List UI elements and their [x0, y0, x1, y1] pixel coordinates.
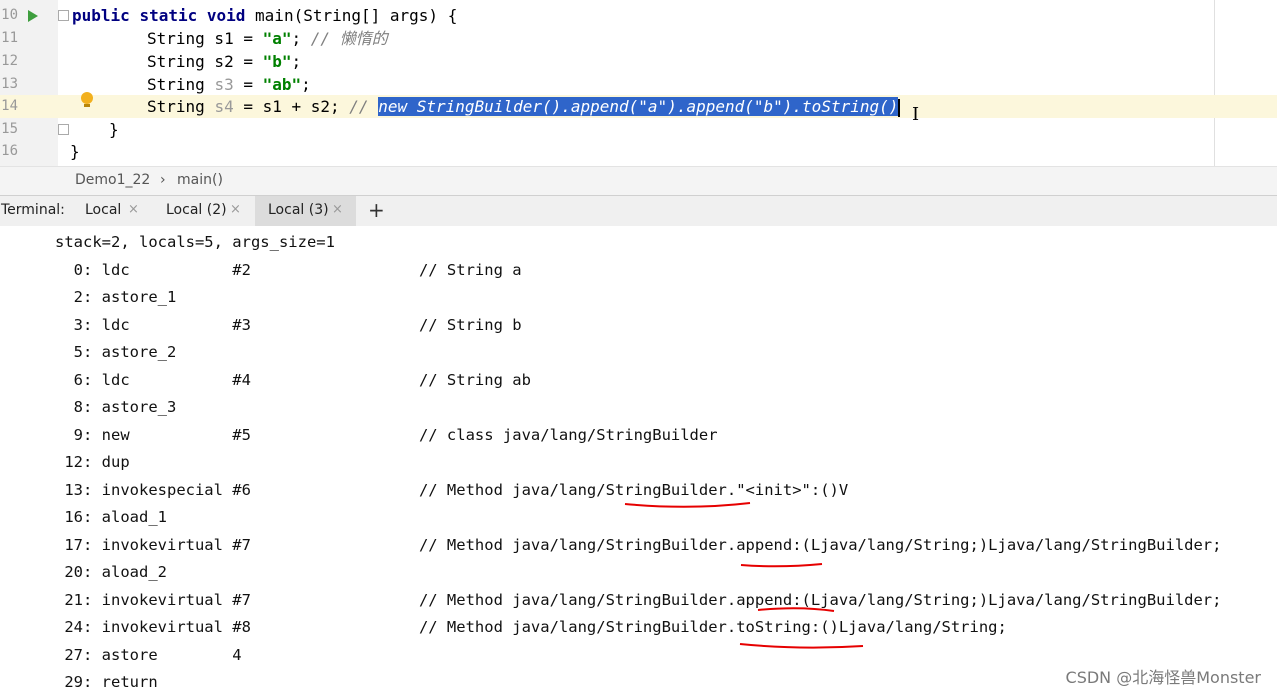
breadcrumb: Demo1_22 › main(): [0, 166, 1277, 195]
line-number: 14: [1, 98, 18, 114]
terminal-line: 20: aload_2: [55, 563, 167, 581]
breadcrumb-separator: ›: [160, 172, 166, 188]
line-number: 13: [1, 76, 18, 92]
code-text: }: [70, 142, 80, 161]
tab-local[interactable]: Local ×: [76, 196, 156, 226]
terminal-line: 24: invokevirtual #8 // Method java/lang…: [55, 618, 1007, 636]
code-text: String s1 = "a"; // 懒惰的: [147, 29, 388, 48]
code-text: public static void main(String[] args) {: [72, 6, 458, 25]
terminal-line: 27: astore 4: [55, 646, 242, 664]
tab-local-3[interactable]: Local (3) ×: [255, 196, 356, 226]
line-number: 10: [1, 7, 18, 23]
tab-local-2[interactable]: Local (2) ×: [157, 196, 253, 226]
terminal-line: 29: return: [55, 673, 158, 691]
code-editor[interactable]: 10 public static void main(String[] args…: [0, 0, 1277, 166]
underline-append-1: [740, 563, 823, 568]
terminal-line: 6: ldc #4 // String ab: [55, 371, 531, 389]
code-text: String s3 = "ab";: [147, 75, 311, 94]
add-icon[interactable]: +: [368, 198, 385, 222]
code-line-14[interactable]: 14 String s4 = s1 + s2; // new StringBui…: [0, 95, 1277, 118]
code-line-13[interactable]: 13 String s3 = "ab";: [0, 73, 1277, 96]
close-icon[interactable]: ×: [230, 202, 241, 217]
text-caret: [898, 98, 901, 117]
terminal-line: 9: new #5 // class java/lang/StringBuild…: [55, 426, 718, 444]
line-number: 16: [1, 143, 18, 159]
terminal-line: 0: ldc #2 // String a: [55, 261, 522, 279]
code-line-11[interactable]: 11 String s1 = "a"; // 懒惰的: [0, 27, 1277, 50]
code-line-10[interactable]: 10 public static void main(String[] args…: [0, 4, 1277, 27]
selected-text: new StringBuilder().append("a").append("…: [378, 97, 899, 116]
terminal-line: 5: astore_2: [55, 343, 177, 361]
close-icon[interactable]: ×: [332, 202, 343, 217]
lightbulb-icon[interactable]: [81, 92, 93, 107]
terminal-line: 13: invokespecial #6 // Method java/lang…: [55, 481, 849, 499]
underline-stringbuilder: [624, 502, 751, 508]
code-line-15[interactable]: 15 }: [0, 118, 1277, 141]
line-number: 15: [1, 121, 18, 137]
terminal-tab-bar: Terminal: Local × Local (2) × Local (3) …: [0, 195, 1277, 227]
terminal-line: 8: astore_3: [55, 398, 177, 416]
run-icon[interactable]: [28, 10, 38, 22]
code-text: }: [109, 120, 119, 139]
line-number: 11: [1, 30, 18, 46]
terminal-line: 17: invokevirtual #7 // Method java/lang…: [55, 536, 1222, 554]
code-line-16[interactable]: 16 }: [0, 140, 1277, 163]
terminal-label: Terminal:: [1, 202, 65, 218]
watermark: CSDN @北海怪兽Monster: [1065, 668, 1261, 687]
terminal-line: stack=2, locals=5, args_size=1: [55, 233, 335, 251]
breadcrumb-method[interactable]: main(): [177, 172, 223, 188]
code-text: String s2 = "b";: [147, 52, 302, 71]
terminal-line: 2: astore_1: [55, 288, 177, 306]
terminal-line: 16: aload_1: [55, 508, 167, 526]
breadcrumb-file[interactable]: Demo1_22: [75, 172, 150, 188]
terminal-line: 12: dup: [55, 453, 130, 471]
fold-icon[interactable]: [58, 124, 69, 135]
code-text: String s4 = s1 + s2; // new StringBuilde…: [147, 97, 901, 117]
fold-icon[interactable]: [58, 10, 69, 21]
terminal-line: 3: ldc #3 // String b: [55, 316, 522, 334]
terminal-line: 21: invokevirtual #7 // Method java/lang…: [55, 591, 1222, 609]
code-line-12[interactable]: 12 String s2 = "b";: [0, 50, 1277, 73]
line-number: 12: [1, 53, 18, 69]
terminal-output[interactable]: stack=2, locals=5, args_size=1 0: ldc #2…: [0, 226, 1277, 694]
close-icon[interactable]: ×: [128, 202, 139, 217]
underline-tostring: [739, 643, 864, 649]
